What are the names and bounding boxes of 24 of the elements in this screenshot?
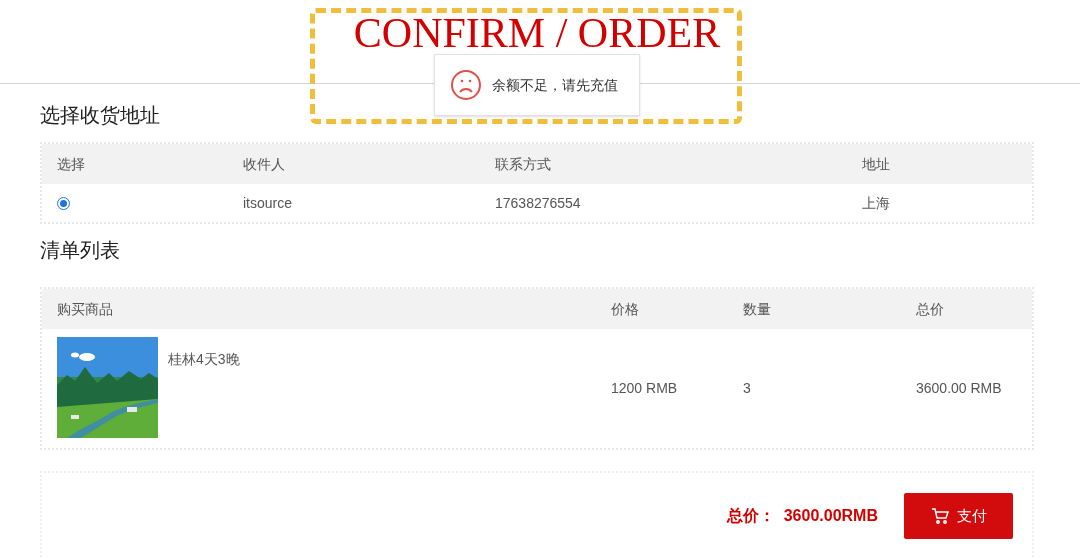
column-header: 地址	[862, 155, 890, 172]
column-header: 数量	[743, 300, 771, 317]
column-header: 联系方式	[495, 155, 551, 172]
cart-icon	[930, 508, 949, 524]
product-name[interactable]: 桂林4天3晚	[168, 349, 240, 370]
page-title: CONFIRM / ORDER	[353, 9, 721, 57]
table-cell: 3	[743, 380, 751, 396]
table-cell: 上海	[862, 194, 890, 211]
toast-message: 余额不足，请先充值	[492, 75, 618, 95]
radio-button[interactable]	[57, 196, 70, 210]
section-title: 选择收货地址	[40, 103, 160, 128]
section-title: 清单列表	[40, 238, 120, 263]
column-header: 收件人	[243, 155, 285, 172]
table-cell: 1200 RMB	[611, 380, 678, 396]
table-cell: 17638276554	[495, 194, 581, 211]
table-cell: itsource	[243, 194, 293, 211]
table-cell: 3600.00 RMB	[916, 380, 1002, 396]
pay-button[interactable]: 支付	[904, 493, 1013, 539]
sad-face-icon	[450, 69, 482, 101]
total-price: 总价： 3600.00RMB	[726, 506, 878, 526]
column-header: 选择	[57, 155, 85, 172]
column-header: 价格	[611, 300, 639, 317]
column-header: 购买商品	[57, 300, 113, 317]
column-header: 总价	[916, 300, 944, 317]
